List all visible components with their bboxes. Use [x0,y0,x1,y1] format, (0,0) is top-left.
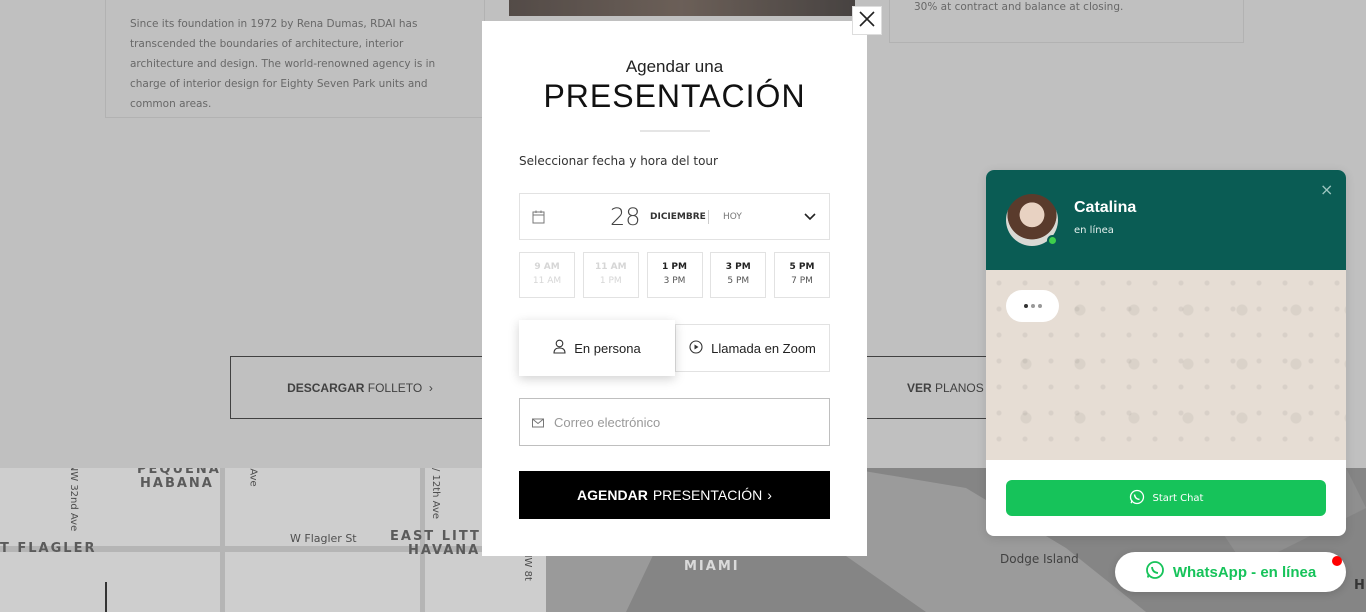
zoom-call-label: Llamada en Zoom [711,340,816,356]
slot-end: 7 PM [791,276,813,286]
in-person-label: En persona [574,340,641,356]
date-month: DICIEMBRE [650,212,706,222]
zoom-call-option[interactable]: Llamada en Zoom [675,324,830,372]
chevron-down-icon[interactable] [803,209,817,228]
in-person-option[interactable]: En persona [519,320,675,376]
chevron-right-icon: › [767,487,772,503]
online-status-dot [1047,235,1058,246]
modal-close-button[interactable] [852,6,882,35]
agent-status: en línea [1074,225,1114,236]
slot-start: 3 PM [725,262,751,272]
whatsapp-icon [1145,560,1165,584]
time-slot-3pm[interactable]: 3 PM 5 PM [710,252,767,298]
slot-start: 11 AM [594,262,627,272]
whatsapp-online-button[interactable]: WhatsApp - en línea [1115,552,1346,592]
title-divider [640,130,710,132]
date-separator [708,210,709,224]
slot-end: 5 PM [727,276,750,286]
time-slot-5pm[interactable]: 5 PM 7 PM [774,252,830,298]
close-icon[interactable]: × [1320,180,1333,199]
email-field[interactable] [519,398,830,446]
mail-icon [532,413,544,432]
play-circle-icon [689,339,703,357]
chat-header: Catalina en línea × [986,170,1346,270]
slot-start: 9 AM [534,262,560,272]
date-day: 28 [610,203,641,231]
schedule-modal: Agendar una PRESENTACIÓN Seleccionar fec… [482,21,867,556]
close-icon [858,10,876,32]
slot-end: 11 AM [532,276,562,286]
submit-rest-label: PRESENTACIÓN [652,487,763,503]
calendar-icon [532,209,545,228]
modal-title: PRESENTACIÓN [543,78,806,114]
whatsapp-online-label: WhatsApp - en línea [1172,563,1317,581]
slot-end: 3 PM [663,276,686,286]
start-chat-button[interactable]: Start Chat [1006,480,1326,516]
modal-subtitle: Agendar una [625,57,724,76]
whatsapp-chat-widget: Catalina en línea × Start Chat [986,170,1346,536]
user-icon [553,339,566,357]
time-slot-11am[interactable]: 11 AM 1 PM [582,252,639,298]
chat-body [986,270,1346,460]
slot-start: 5 PM [789,262,815,272]
schedule-submit-button[interactable]: AGENDAR PRESENTACIÓN › [519,471,830,519]
date-today-label: HOY [723,212,742,222]
slot-start: 1 PM [662,262,687,272]
notification-dot [1332,556,1342,566]
date-selector[interactable]: 28 DICIEMBRE HOY [519,193,830,240]
typing-indicator [1006,290,1059,322]
slot-end: 1 PM [599,276,622,286]
whatsapp-icon [1129,489,1145,508]
time-slots: 9 AM 11 AM 11 AM 1 PM 1 PM 3 PM 3 PM 5 PM 5 … [519,252,830,298]
time-slot-1pm[interactable]: 1 PM 3 PM [646,252,703,298]
agent-name: Catalina [1074,199,1137,216]
submit-bold-label: AGENDAR [577,487,648,503]
select-date-label: Seleccionar fecha y hora del tour [519,154,718,168]
time-slot-9am[interactable]: 9 AM 11 AM [519,252,575,298]
start-chat-label: Start Chat [1152,492,1204,504]
email-input[interactable] [554,414,804,430]
